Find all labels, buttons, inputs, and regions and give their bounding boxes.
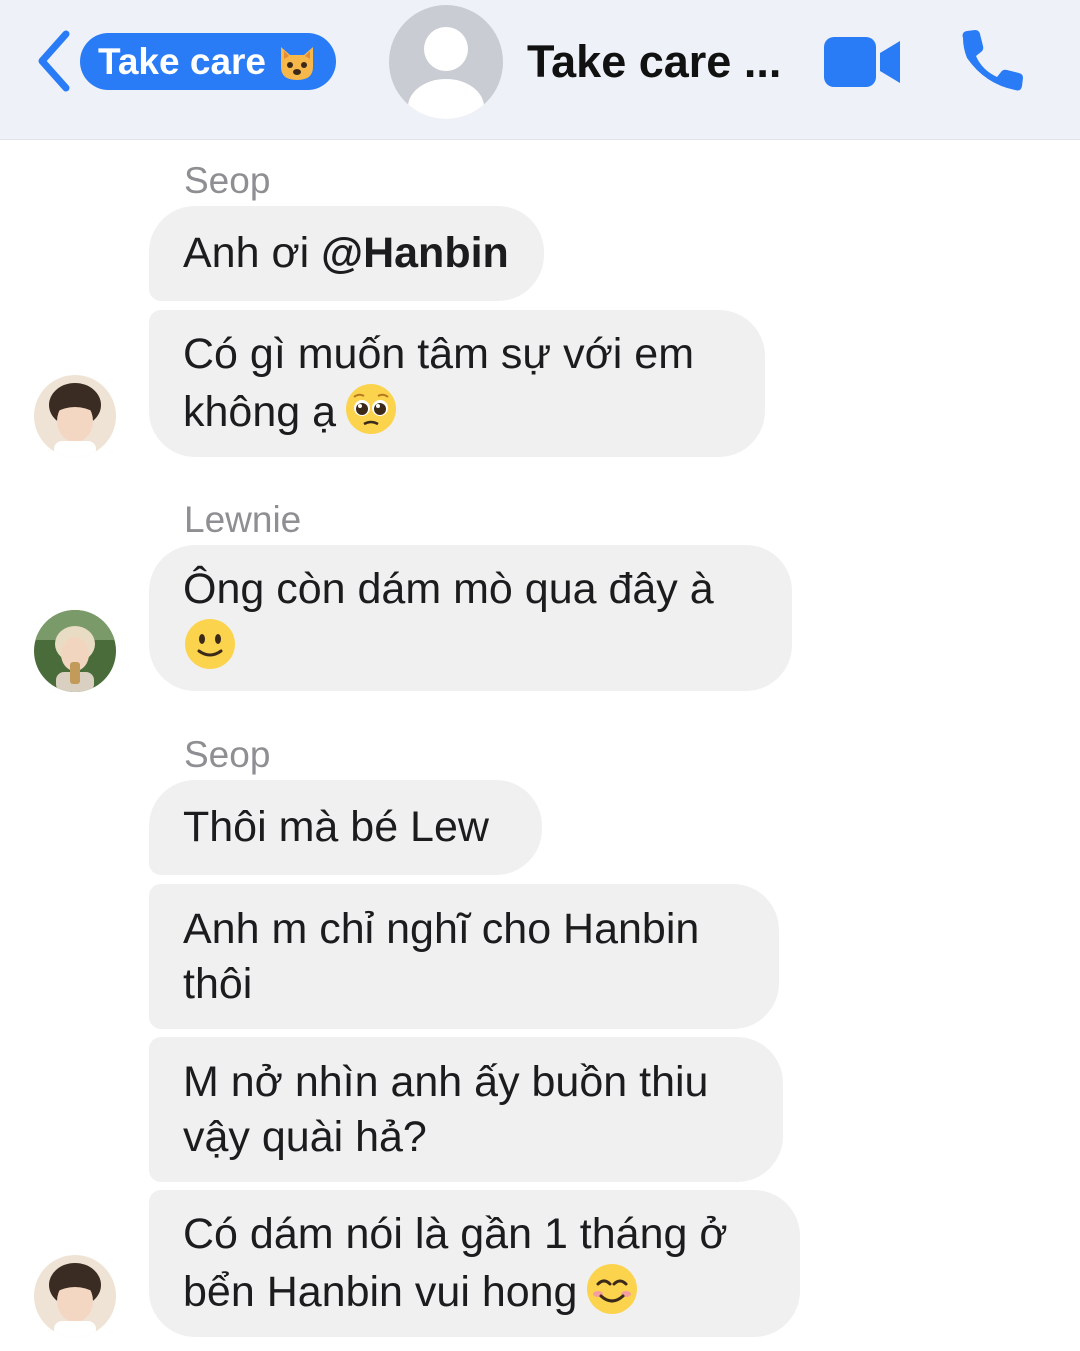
voice-call-button[interactable] [955, 28, 1025, 98]
message-text-line: không ạ [183, 382, 731, 440]
video-camera-icon [824, 37, 900, 87]
message-text-line: Có dám nói là gần 1 tháng ở [183, 1210, 728, 1258]
message-text-line: Anh m chỉ nghĩ cho Hanbin [183, 904, 700, 953]
profile-photo-icon [34, 1255, 116, 1337]
message-bubble[interactable]: Có dám nói là gần 1 tháng ở bển Hanbin v… [149, 1190, 800, 1337]
sender-name: Lewnie [184, 499, 302, 540]
message-bubble[interactable]: Có gì muốn tâm sự với em không ạ [149, 310, 765, 457]
slightly-smiling-face-icon [185, 618, 235, 669]
cat-face-icon [281, 46, 313, 80]
message-text: Thôi mà bé Lew [183, 803, 489, 851]
message-bubble[interactable]: Ông còn dám mò qua đây à [149, 545, 792, 691]
group-avatar[interactable] [389, 5, 503, 119]
chevron-left-icon [38, 30, 70, 92]
message-bubble[interactable]: Anh ơi @Hanbin [149, 206, 544, 301]
phone-icon [962, 30, 1023, 91]
video-call-button[interactable] [822, 35, 902, 89]
message-text-line: vậy quài hả? [183, 1112, 427, 1161]
back-chat-pill[interactable]: Take care [80, 33, 336, 90]
profile-photo-icon [34, 610, 116, 692]
chat-header: Take care Take care ... [0, 0, 1080, 140]
profile-photo-icon [34, 375, 116, 457]
back-pill-label: Take care [98, 40, 266, 82]
avatar-seop[interactable] [34, 1255, 116, 1337]
sender-name: Seop [184, 160, 271, 201]
pleading-face-icon [346, 384, 397, 434]
back-button[interactable] [30, 26, 78, 96]
message-text-line: thôi [183, 959, 253, 1008]
mention-hanbin[interactable]: @Hanbin [321, 229, 509, 277]
avatar-seop[interactable] [34, 375, 116, 457]
message-bubble[interactable]: Thôi mà bé Lew [149, 780, 542, 875]
message-text-line: M nở nhìn anh ấy buồn thiu [183, 1057, 709, 1106]
message-bubble[interactable]: Anh m chỉ nghĩ cho Hanbin thôi [149, 884, 779, 1029]
avatar-lewnie[interactable] [34, 610, 116, 692]
message-bubble[interactable]: M nở nhìn anh ấy buồn thiu vậy quài hả? [149, 1037, 783, 1182]
smiling-face-icon [587, 1264, 638, 1314]
message-emoji-line [183, 617, 758, 675]
message-text-line: bển Hanbin vui hong [183, 1262, 766, 1320]
message-text-line: Ông còn dám mò qua đây à [183, 564, 714, 613]
message-text: Anh ơi @Hanbin [183, 229, 509, 277]
message-text-line: Có gì muốn tâm sự với em [183, 330, 695, 378]
sender-name: Seop [184, 734, 271, 775]
person-placeholder-icon [408, 27, 484, 119]
chat-title[interactable]: Take care ... [527, 36, 807, 88]
